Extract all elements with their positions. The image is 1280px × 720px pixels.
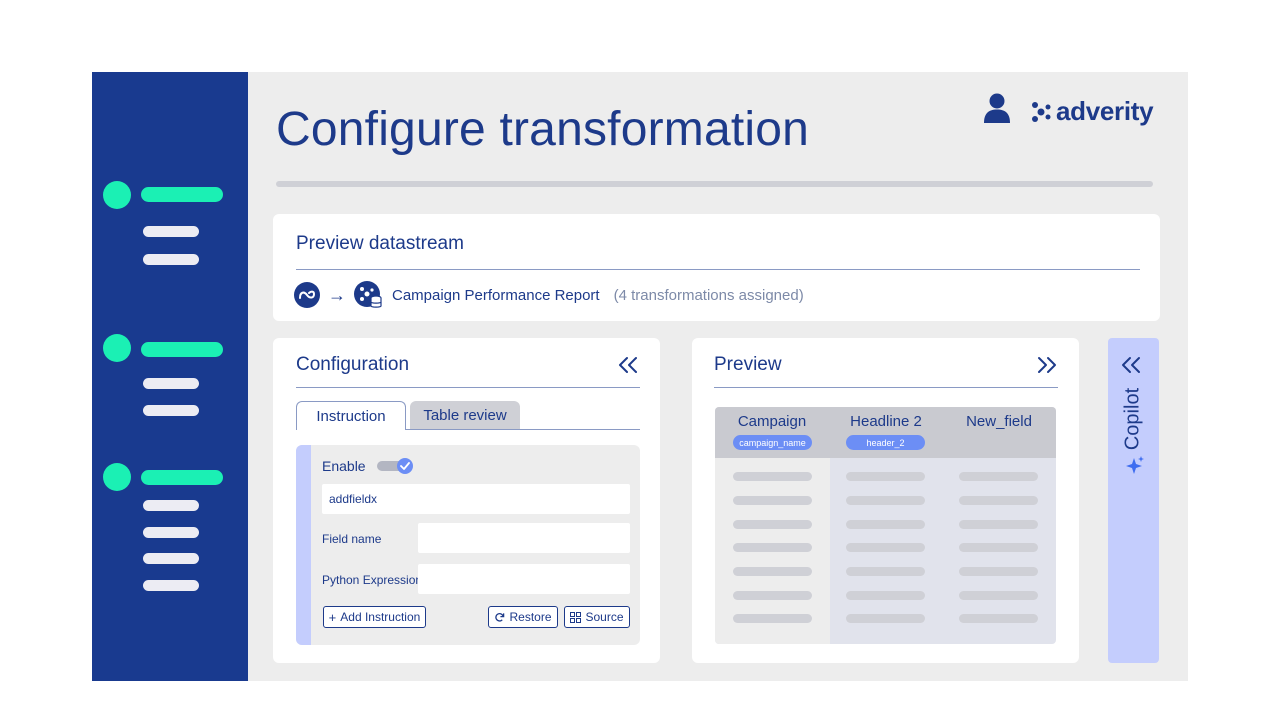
- placeholder-cell: [846, 520, 925, 529]
- datastream-divider: [296, 269, 1140, 270]
- sidebar-item-marker[interactable]: [103, 181, 131, 209]
- sidebar-item-section-1[interactable]: [141, 187, 223, 202]
- placeholder-cell: [959, 614, 1038, 623]
- copilot-panel[interactable]: [1108, 338, 1159, 663]
- enable-toggle[interactable]: [377, 457, 415, 475]
- restore-button[interactable]: Restore: [488, 606, 558, 628]
- python-expression-label: Python Expression: [322, 573, 423, 587]
- placeholder-cell: [846, 567, 925, 576]
- grid-icon: [570, 611, 582, 623]
- column-header-campaign[interactable]: Campaign: [715, 413, 829, 430]
- sidebar-subitem[interactable]: [143, 500, 199, 511]
- tab-instruction[interactable]: Instruction: [296, 401, 406, 430]
- placeholder-cell: [733, 614, 812, 623]
- placeholder-cell: [959, 496, 1038, 505]
- preview-divider: [714, 387, 1058, 388]
- sidebar-subitem[interactable]: [143, 254, 199, 265]
- sidebar-subitem[interactable]: [143, 378, 199, 389]
- title-divider: [276, 181, 1153, 187]
- preview-heading: Preview: [714, 354, 782, 375]
- field-pill-campaign-name: campaign_name: [733, 435, 812, 450]
- sidebar-subitem[interactable]: [143, 553, 199, 564]
- user-icon[interactable]: [984, 93, 1010, 123]
- transformation-count: (4 transformations assigned): [613, 286, 804, 304]
- placeholder-cell: [959, 591, 1038, 600]
- instruction-value: addfieldx: [329, 492, 378, 506]
- placeholder-cell: [959, 567, 1038, 576]
- placeholder-cell: [733, 472, 812, 481]
- datastream-row: → Campaign Performance Report (4 transfo…: [294, 281, 804, 309]
- enable-label: Enable: [322, 458, 366, 474]
- sidebar-subitem[interactable]: [143, 580, 199, 591]
- sidebar-subitem[interactable]: [143, 527, 199, 538]
- preview-table: Campaign campaign_name Headline 2 header…: [715, 407, 1056, 644]
- sidebar-item-marker[interactable]: [103, 463, 131, 491]
- brand-logo: adverity: [1030, 96, 1154, 127]
- brand-name: adverity: [1056, 96, 1154, 126]
- configuration-divider: [296, 387, 640, 388]
- expand-copilot-icon[interactable]: [1120, 356, 1142, 374]
- page-title: Configure transformation: [276, 103, 810, 156]
- placeholder-cell: [959, 543, 1038, 552]
- restore-label: Restore: [509, 610, 552, 624]
- source-button[interactable]: Source: [564, 606, 630, 628]
- placeholder-cell: [846, 472, 925, 481]
- placeholder-cell: [733, 496, 812, 505]
- tab-table-review[interactable]: Table review: [410, 401, 520, 429]
- placeholder-cell: [733, 520, 812, 529]
- collapse-left-icon[interactable]: [617, 356, 639, 374]
- field-pill-header-2: header_2: [846, 435, 925, 450]
- placeholder-cell: [733, 567, 812, 576]
- placeholder-cell: [959, 520, 1038, 529]
- refresh-icon: [495, 612, 505, 622]
- plus-icon: +: [328, 609, 337, 625]
- sidebar-item-marker[interactable]: [103, 334, 131, 362]
- sidebar-item-section-3[interactable]: [141, 470, 223, 485]
- instruction-accent: [296, 445, 311, 645]
- add-instruction-label: Add Instruction: [340, 610, 421, 624]
- placeholder-cell: [846, 614, 925, 623]
- placeholder-cell: [846, 591, 925, 600]
- add-instruction-button[interactable]: + Add Instruction: [323, 606, 426, 628]
- datastream-heading: Preview datastream: [296, 233, 464, 254]
- placeholder-cell: [959, 472, 1038, 481]
- sidebar-subitem[interactable]: [143, 405, 199, 416]
- source-label: Source: [585, 610, 624, 624]
- check-icon: [397, 458, 413, 474]
- placeholder-cell: [733, 591, 812, 600]
- placeholder-cell: [733, 543, 812, 552]
- sparkle-icon: [1126, 456, 1144, 474]
- sidebar-item-section-2[interactable]: [141, 342, 223, 357]
- placeholder-cell: [846, 543, 925, 552]
- datastream-name[interactable]: Campaign Performance Report: [392, 287, 600, 304]
- instruction-select[interactable]: addfieldx: [322, 484, 630, 514]
- meta-icon: [294, 282, 320, 308]
- field-name-label: Field name: [322, 532, 382, 546]
- placeholder-cell: [846, 496, 925, 505]
- field-name-input[interactable]: [418, 523, 630, 553]
- adverity-logo-icon: [1032, 101, 1051, 122]
- copilot-label: Copilot: [1121, 387, 1144, 451]
- column-header-headline-2[interactable]: Headline 2: [829, 413, 943, 430]
- python-expression-input[interactable]: [418, 564, 630, 594]
- arrow-right-icon: →: [328, 284, 346, 305]
- expand-right-icon[interactable]: [1036, 356, 1058, 374]
- datastream-icon: [354, 281, 382, 309]
- sidebar-subitem[interactable]: [143, 226, 199, 237]
- column-header-new-field[interactable]: New_field: [942, 413, 1056, 430]
- configuration-heading: Configuration: [296, 354, 410, 375]
